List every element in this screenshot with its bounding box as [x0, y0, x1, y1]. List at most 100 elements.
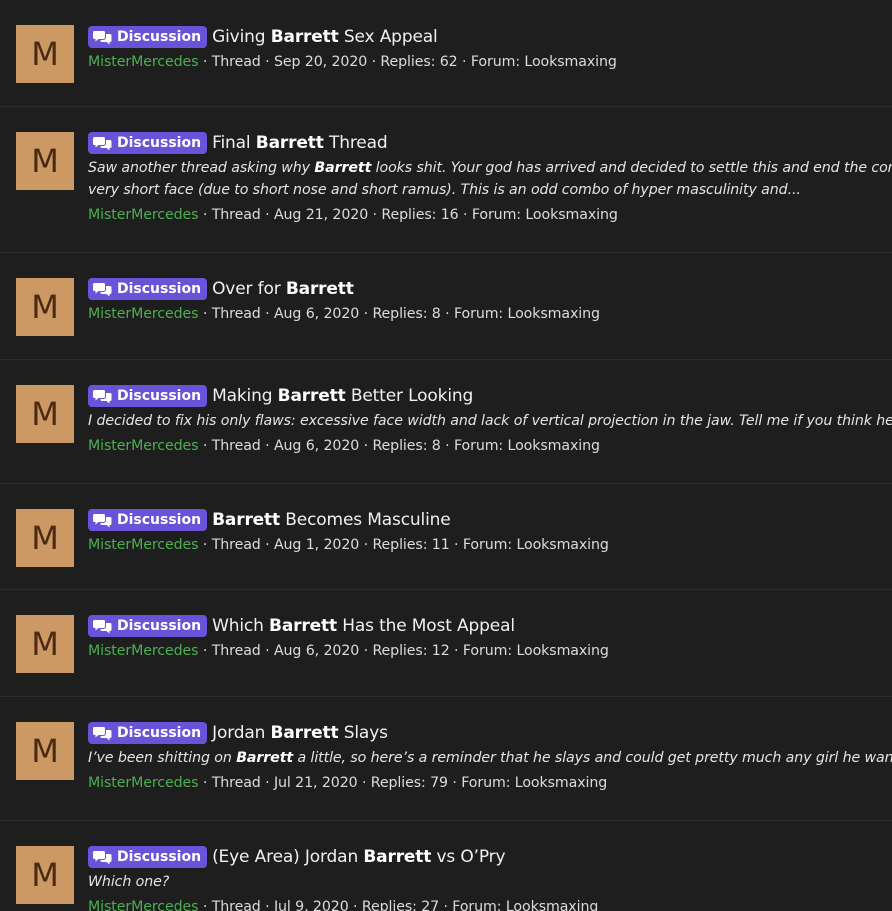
chat-bubbles-icon	[93, 389, 112, 403]
avatar[interactable]: M	[16, 278, 74, 336]
reply-count: Replies: 12	[372, 643, 450, 659]
badge-label: Discussion	[117, 281, 202, 297]
result-meta: MisterMercedes · Thread · Aug 21, 2020 ·…	[88, 207, 618, 223]
result-title-line: Discussion Which Barrett Has the Most Ap…	[88, 613, 892, 639]
forum-link[interactable]: Forum: Looksmaxing	[463, 643, 609, 659]
reply-count: Replies: 79	[370, 775, 448, 791]
result-content: Discussion Jordan Barrett Slays I’ve bee…	[88, 720, 892, 794]
discussion-badge: Discussion	[88, 846, 208, 868]
title-post: Becomes Masculine	[280, 510, 451, 530]
snippet-text: I decided to fix his only flaws: excessi…	[88, 413, 892, 429]
thread-title-link[interactable]: Which Barrett Has the Most Appeal	[212, 616, 515, 636]
content-type: Thread	[211, 207, 261, 223]
title-pre: Making	[212, 386, 278, 406]
forum-link[interactable]: Forum: Looksmaxing	[454, 438, 600, 454]
badge-label: Discussion	[117, 725, 202, 741]
snippet-text: a little, so here’s a reminder that he s…	[293, 750, 892, 766]
author-link[interactable]: MisterMercedes	[88, 775, 199, 791]
discussion-badge: Discussion	[88, 132, 208, 154]
result-content: Discussion Giving Barrett Sex Appeal Mis…	[88, 24, 892, 73]
title-highlight: Barrett	[212, 510, 281, 530]
post-date: Sep 20, 2020	[273, 54, 368, 70]
author-link[interactable]: MisterMercedes	[88, 537, 199, 553]
badge-label: Discussion	[117, 388, 202, 404]
title-highlight: Barrett	[270, 27, 339, 47]
content-type: Thread	[211, 306, 261, 322]
result-content: Discussion (Eye Area) Jordan Barrett vs …	[88, 844, 892, 911]
post-date: Aug 6, 2020	[273, 438, 360, 454]
title-post: Slays	[338, 723, 388, 743]
badge-label: Discussion	[117, 849, 202, 865]
forum-link[interactable]: Forum: Looksmaxing	[452, 899, 598, 911]
author-link[interactable]: MisterMercedes	[88, 54, 199, 70]
thread-title-link[interactable]: Giving Barrett Sex Appeal	[212, 27, 438, 47]
avatar[interactable]: M	[16, 722, 74, 780]
title-post: vs O’Pry	[431, 847, 506, 867]
avatar[interactable]: M	[16, 846, 74, 904]
forum-link[interactable]: Forum: Looksmaxing	[472, 207, 618, 223]
snippet-highlight: Barrett	[236, 750, 294, 766]
reply-count: Replies: 11	[372, 537, 450, 553]
author-link[interactable]: MisterMercedes	[88, 207, 199, 223]
result-meta: MisterMercedes · Thread · Aug 6, 2020 · …	[88, 643, 609, 659]
content-type: Thread	[211, 643, 261, 659]
result-meta: MisterMercedes · Thread · Aug 6, 2020 · …	[88, 438, 600, 454]
author-link[interactable]: MisterMercedes	[88, 643, 199, 659]
result-meta: MisterMercedes · Thread · Jul 21, 2020 ·…	[88, 775, 608, 791]
result-title-line: Discussion Over for Barrett	[88, 276, 892, 302]
search-result-row: M Discussion Barrett Becomes Masculine M…	[0, 484, 892, 590]
avatar[interactable]: M	[16, 25, 74, 83]
title-pre: (Eye Area) Jordan	[212, 847, 364, 867]
content-type: Thread	[211, 899, 261, 911]
author-link[interactable]: MisterMercedes	[88, 899, 199, 911]
snippet-text: very short face (due to short nose and s…	[88, 182, 801, 198]
result-title-line: Discussion Final Barrett Thread	[88, 130, 892, 156]
snippet-text: I’ve been shitting on	[88, 750, 237, 766]
content-type: Thread	[211, 775, 261, 791]
title-pre: Jordan	[212, 723, 271, 743]
post-date: Aug 1, 2020	[273, 537, 360, 553]
title-highlight: Barrett	[285, 279, 354, 299]
result-title-line: Discussion (Eye Area) Jordan Barrett vs …	[88, 844, 892, 870]
author-link[interactable]: MisterMercedes	[88, 438, 199, 454]
forum-link[interactable]: Forum: Looksmaxing	[471, 54, 617, 70]
avatar[interactable]: M	[16, 615, 74, 673]
thread-title-link[interactable]: Barrett Becomes Masculine	[212, 510, 451, 530]
chat-bubbles-icon	[93, 136, 112, 150]
title-pre: Which	[212, 616, 270, 636]
search-result-row: M Discussion Final Barrett Thread Saw an…	[0, 107, 892, 253]
search-result-row: M Discussion Giving Barrett Sex Appeal M…	[0, 0, 892, 107]
chat-bubbles-icon	[93, 619, 112, 633]
avatar[interactable]: M	[16, 509, 74, 567]
thread-title-link[interactable]: (Eye Area) Jordan Barrett vs O’Pry	[212, 847, 506, 867]
forum-link[interactable]: Forum: Looksmaxing	[463, 537, 609, 553]
reply-count: Replies: 27	[361, 899, 440, 911]
search-result-row: M Discussion (Eye Area) Jordan Barrett v…	[0, 821, 892, 911]
search-result-row: M Discussion Over for Barrett MisterMerc…	[0, 253, 892, 360]
forum-link[interactable]: Forum: Looksmaxing	[454, 306, 600, 322]
title-highlight: Barrett	[270, 723, 339, 743]
thread-title-link[interactable]: Making Barrett Better Looking	[212, 386, 473, 406]
result-meta: MisterMercedes · Thread · Aug 1, 2020 · …	[88, 537, 609, 553]
title-highlight: Barrett	[269, 616, 337, 636]
discussion-badge: Discussion	[88, 385, 208, 407]
title-post: Has the Most Appeal	[336, 616, 515, 636]
title-pre: Final	[212, 133, 256, 153]
thread-title-link[interactable]: Jordan Barrett Slays	[212, 723, 388, 743]
snippet-line: Saw another thread asking why Barrett lo…	[88, 157, 892, 179]
search-results-list: M Discussion Giving Barrett Sex Appeal M…	[0, 0, 892, 911]
search-result-row: M Discussion Which Barrett Has the Most …	[0, 590, 892, 697]
avatar[interactable]: M	[16, 132, 74, 190]
badge-label: Discussion	[117, 29, 202, 45]
result-snippet: I decided to fix his only flaws: excessi…	[88, 410, 892, 432]
post-date: Jul 21, 2020	[273, 775, 358, 791]
reply-count: Replies: 16	[381, 207, 459, 223]
avatar[interactable]: M	[16, 385, 74, 443]
thread-title-link[interactable]: Over for Barrett	[212, 279, 354, 299]
result-content: Discussion Final Barrett Thread Saw anot…	[88, 130, 892, 226]
badge-label: Discussion	[117, 618, 202, 634]
author-link[interactable]: MisterMercedes	[88, 306, 199, 322]
title-pre: Giving	[212, 27, 271, 47]
forum-link[interactable]: Forum: Looksmaxing	[461, 775, 607, 791]
thread-title-link[interactable]: Final Barrett Thread	[212, 133, 388, 153]
